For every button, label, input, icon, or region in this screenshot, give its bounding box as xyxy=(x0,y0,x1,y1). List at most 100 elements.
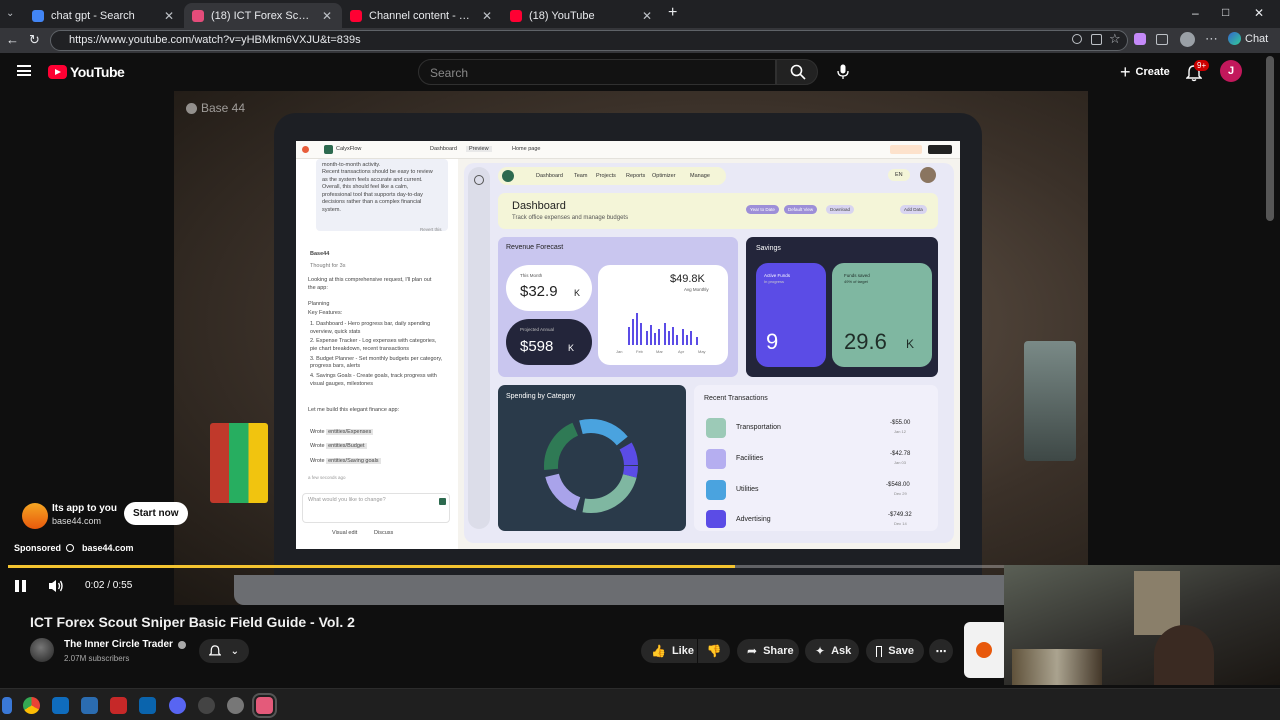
notifications-button[interactable]: 9+ xyxy=(1186,60,1210,83)
write-item: Wrote entities/Saving goals xyxy=(310,457,381,464)
youtube-logo[interactable]: YouTube xyxy=(48,64,125,80)
svg-text:Mar: Mar xyxy=(656,349,664,354)
send-icon xyxy=(439,498,446,505)
planning-label: Planning xyxy=(308,301,330,307)
copilot-chat-button[interactable]: Chat xyxy=(1228,32,1268,45)
transaction-icon xyxy=(706,510,726,528)
app-topbar: CalyxFlow Dashboard Preview Home page xyxy=(296,141,960,159)
start-now-button[interactable]: Start now xyxy=(124,502,188,525)
split-screen-icon[interactable] xyxy=(1156,34,1168,45)
key-icon[interactable] xyxy=(1072,34,1082,44)
pause-button[interactable] xyxy=(15,580,27,592)
settings-gear-icon[interactable] xyxy=(227,697,244,714)
revenue-forecast-card: Revenue Forecast This Month $32.9 K Proj… xyxy=(498,237,738,377)
intro-line: professional tool that supports day-to-d… xyxy=(322,191,423,198)
funds-saved-tile: Funds saved 49% of target 29.6 K xyxy=(832,263,932,367)
store-icon[interactable] xyxy=(52,697,69,714)
transaction-icon xyxy=(706,480,726,500)
profile-icon[interactable] xyxy=(1180,32,1195,47)
minimize-button[interactable]: – xyxy=(1192,6,1199,20)
subscriber-count: 2.07M subscribers xyxy=(64,654,130,663)
save-button[interactable]: Save xyxy=(866,639,924,663)
topbar-preview: Preview xyxy=(466,146,492,152)
reload-icon[interactable]: ↻ xyxy=(29,32,40,48)
nav-dashboard: Dashboard xyxy=(536,173,563,179)
create-button[interactable]: + Create xyxy=(1110,59,1180,85)
watermark-text: Base 44 xyxy=(201,101,246,115)
feature-item: 1. Dashboard - Hero progress bar, daily … xyxy=(310,321,431,335)
close-window-button[interactable]: ✕ xyxy=(1254,6,1264,20)
tab-chat-gpt-search[interactable]: chat gpt - Search ✕ xyxy=(24,3,184,28)
time-ago: a few seconds ago xyxy=(308,475,346,480)
close-icon[interactable]: ✕ xyxy=(480,9,494,23)
video-player[interactable]: Base 44 CalyxFlow Dashboard Preview Home… xyxy=(174,91,1088,605)
transaction-icon xyxy=(706,418,726,438)
close-icon[interactable]: ✕ xyxy=(162,9,176,23)
laptop-screen: CalyxFlow Dashboard Preview Home page mo… xyxy=(296,141,960,549)
close-icon[interactable]: ✕ xyxy=(640,9,654,23)
ask-button[interactable]: ✦ Ask xyxy=(805,639,859,663)
base44-watermark: Base 44 xyxy=(186,101,245,115)
spending-title: Spending by Category xyxy=(506,393,576,400)
brand-name: CalyxFlow xyxy=(336,146,362,152)
volume-button[interactable] xyxy=(48,579,64,598)
app-nav: Dashboard Team Projects Reports Optimize… xyxy=(498,167,726,185)
more-actions-button[interactable]: ⋯ xyxy=(929,639,953,663)
hamburger-menu-icon[interactable] xyxy=(17,65,31,76)
revert-link: Revert this xyxy=(420,227,442,232)
projected-pill: Projected Annual $598 K xyxy=(506,319,592,365)
tab-youtube[interactable]: (18) YouTube ✕ xyxy=(502,3,662,28)
back-arrow-icon[interactable]: ← xyxy=(6,32,19,47)
more-menu-icon[interactable]: ⋯ xyxy=(1205,31,1218,47)
info-icon[interactable] xyxy=(66,544,75,552)
transaction-row: Advertising -$749.32 Dec 14 xyxy=(704,507,928,531)
outlook-icon[interactable] xyxy=(139,697,156,714)
close-icon[interactable]: ✕ xyxy=(320,9,334,23)
pen-holder xyxy=(1024,341,1076,461)
copilot-icon xyxy=(1228,32,1241,45)
revenue-bar-chart: Jan Feb Mar Apr May xyxy=(616,313,706,354)
agent-name: Base44 xyxy=(310,251,330,257)
extension-icon[interactable] xyxy=(1134,33,1146,45)
voice-search-button[interactable] xyxy=(832,59,854,85)
scrollbar-thumb[interactable] xyxy=(1266,56,1274,221)
start-windows-icon[interactable] xyxy=(2,697,12,714)
like-button[interactable]: 👍 Like xyxy=(641,639,697,663)
recorder-app-icon[interactable] xyxy=(252,693,277,718)
bookmark-star-icon[interactable]: ☆ xyxy=(1109,31,1121,47)
discord-icon[interactable] xyxy=(169,697,186,714)
transactions-title: Recent Transactions xyxy=(704,395,768,402)
dashboard-header-card: Dashboard Track office expenses and mana… xyxy=(498,193,938,229)
tab-youtube-studio[interactable]: Channel content - YouTube Studio ✕ xyxy=(342,3,502,28)
share-button[interactable]: ➦ Share xyxy=(737,639,799,663)
obs-icon[interactable] xyxy=(198,697,215,714)
url-field[interactable]: https://www.youtube.com/watch?v=yHBMkm6V… xyxy=(50,30,1128,51)
tab-list-chevron-icon[interactable]: ⌄ xyxy=(6,8,14,19)
spending-category-card: Spending by Category xyxy=(498,385,686,531)
volume-icon xyxy=(49,580,63,592)
subscribe-bell-button[interactable]: ⌄ xyxy=(199,639,249,663)
intro-line: decisions rather than a complex financia… xyxy=(322,199,422,206)
avatar[interactable]: J xyxy=(1220,60,1242,82)
more-horizontal-icon: ⋯ xyxy=(935,645,947,658)
side-ad-tile[interactable] xyxy=(964,622,1008,678)
channel-name[interactable]: The Inner Circle Trader xyxy=(64,639,186,650)
intro-line: Recent transactions should be easy to re… xyxy=(322,169,433,176)
dislike-button[interactable]: 👎 xyxy=(698,639,730,663)
channel-avatar[interactable] xyxy=(30,638,54,662)
new-tab-button[interactable]: + xyxy=(668,4,677,22)
dashboard-subtitle: Track office expenses and manage budgets xyxy=(512,215,629,221)
youtube-icon xyxy=(510,9,522,22)
tab-ict-forex[interactable]: (18) ICT Forex Scout Sniper B ✕ xyxy=(184,3,342,28)
maximize-button[interactable]: □ xyxy=(1222,5,1229,19)
shield-icon[interactable] xyxy=(110,697,127,714)
tab-title: (18) YouTube xyxy=(529,9,595,22)
nav-reports: Reports xyxy=(626,173,646,179)
chrome-icon[interactable] xyxy=(23,697,40,714)
search-input[interactable]: Search xyxy=(418,59,776,85)
svg-text:Jan: Jan xyxy=(616,349,622,354)
pen-app-icon[interactable] xyxy=(81,697,98,714)
app-nav-logo-icon xyxy=(502,170,514,182)
install-app-icon[interactable] xyxy=(1091,34,1102,45)
search-button[interactable] xyxy=(776,59,818,85)
